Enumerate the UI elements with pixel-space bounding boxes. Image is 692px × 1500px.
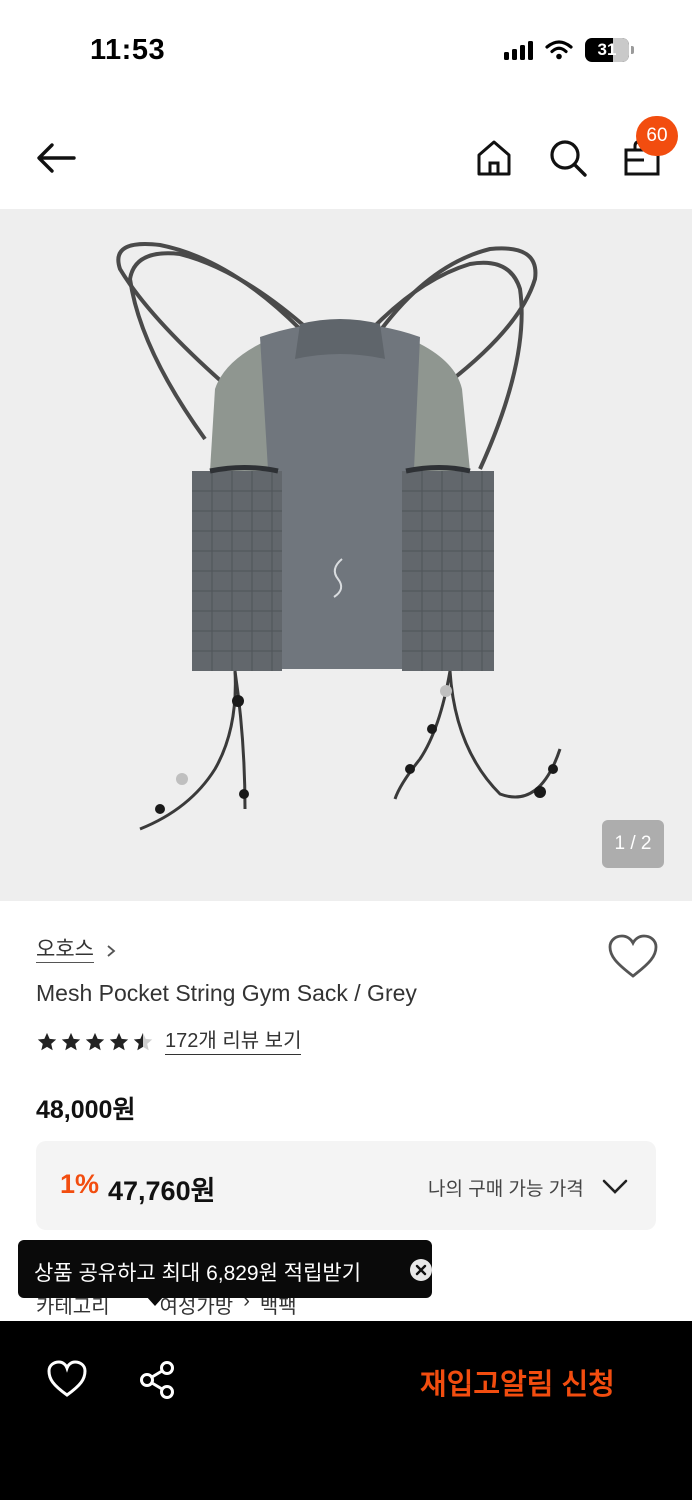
battery-level: 31 [597,40,617,59]
back-arrow-icon[interactable] [32,136,80,180]
restock-alert-button[interactable]: 재입고알림 신청 [420,1361,615,1403]
bottom-action-bar: 재입고알림 신청 [0,1321,692,1500]
battery-cap [631,46,634,54]
wifi-icon [545,40,573,60]
image-page-indicator: 1 / 2 [602,820,664,868]
my-price-label: 나의 구매 가능 가격 [428,1179,584,1200]
star-icon [109,1032,129,1050]
battery-icon: 31 [585,38,629,62]
star-icon [85,1032,105,1050]
star-icon [37,1032,57,1050]
close-icon[interactable] [409,1258,433,1282]
home-icon[interactable] [472,136,516,180]
review-link[interactable]: 172개 리뷰 보기 [165,1028,302,1055]
status-icons: 31 [504,38,634,62]
share-icon[interactable] [136,1359,178,1401]
share-reward-toast[interactable]: 상품 공유하고 최대 6,829원 적립받기 [18,1240,432,1298]
product-title: Mesh Pocket String Gym Sack / Grey [36,980,417,1006]
product-image [116,242,562,831]
cart-count-badge: 60 [636,116,678,156]
product-image-gallery[interactable]: 1 / 2 [0,209,692,901]
original-price: 48,000원 [36,1096,136,1124]
toast-pointer [146,1296,164,1306]
discount-price: 47,760원 [108,1176,216,1206]
half-star-icon [133,1032,153,1050]
heart-icon[interactable] [606,932,660,982]
discount-rate: 1% [60,1169,100,1199]
chevron-right-icon [107,944,116,957]
status-bar: 11:53 31 [0,0,692,100]
rating-row: 172개 리뷰 보기 [36,1028,302,1055]
star-rating [36,1031,154,1053]
brand-link[interactable]: 오호스 [36,938,118,963]
top-navigation [0,110,692,206]
heart-icon[interactable] [46,1359,88,1399]
chevron-down-icon [602,1179,628,1194]
cellular-signal-icon [504,40,533,60]
brand-name: 오호스 [36,938,94,963]
search-icon[interactable] [546,136,590,180]
my-price-box[interactable]: 1% 47,760원 나의 구매 가능 가격 [36,1141,656,1230]
status-time: 11:53 [90,34,166,66]
toast-text: 상품 공유하고 최대 6,829원 적립받기 [34,1262,362,1285]
star-icon [61,1032,81,1050]
